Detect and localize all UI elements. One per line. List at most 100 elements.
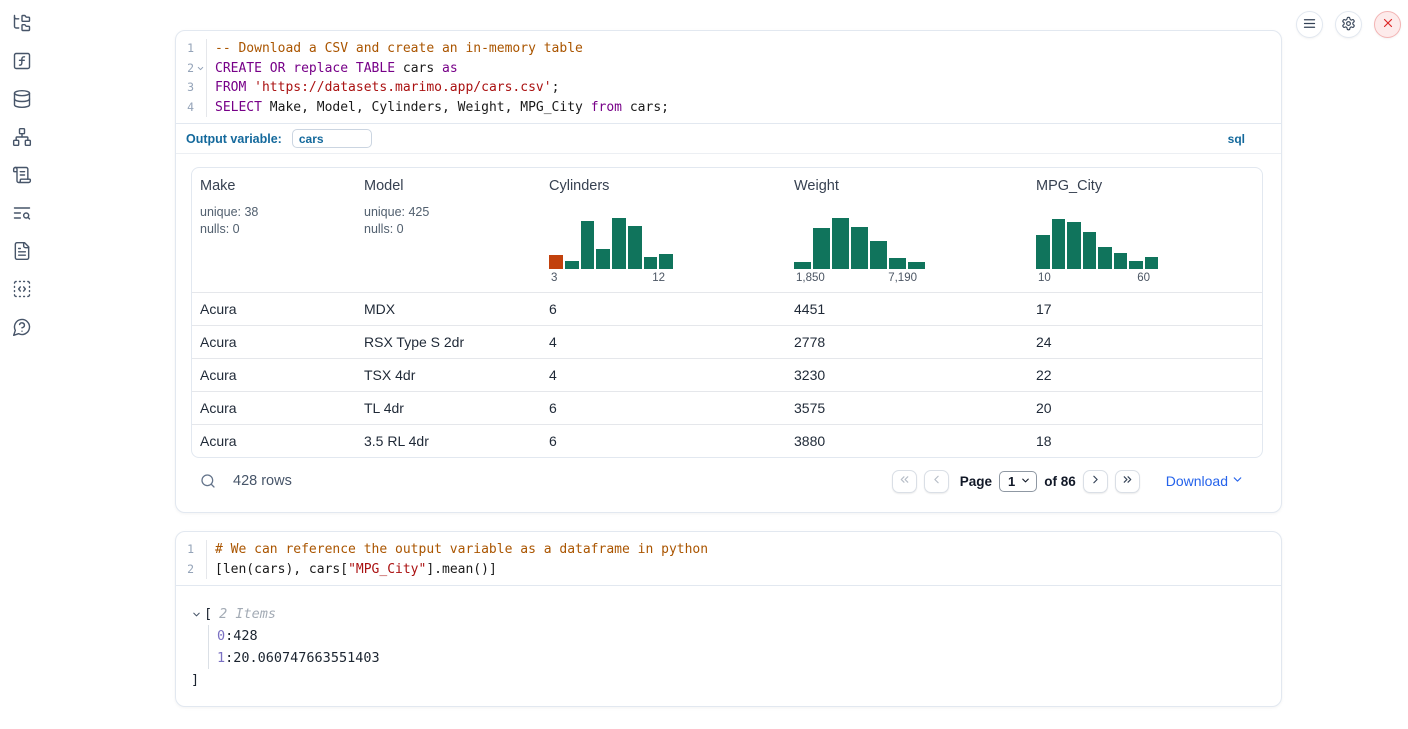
prev-page-button[interactable] — [924, 470, 949, 493]
code-lines: # We can reference the output variable a… — [207, 540, 1281, 579]
tree-entry: 0: 428 — [217, 625, 1281, 647]
histogram-bars — [1036, 217, 1158, 269]
column-header-cylinders[interactable]: Cylinders312 — [541, 168, 786, 292]
search-icon[interactable] — [200, 473, 216, 489]
histogram-bar — [1129, 261, 1143, 269]
last-page-button[interactable] — [1115, 470, 1140, 493]
histogram-bar — [1052, 219, 1066, 269]
table-cell: 3880 — [786, 433, 1028, 449]
language-badge: sql — [1228, 132, 1245, 146]
entry-value: 428 — [233, 628, 257, 644]
chevron-right-icon — [1089, 473, 1102, 489]
entry-separator: : — [225, 628, 233, 644]
histogram-bar — [1145, 257, 1159, 269]
table-cell: 3230 — [786, 367, 1028, 383]
chevron-left-icon — [930, 473, 943, 489]
code-line: -- Download a CSV and create an in-memor… — [215, 39, 1281, 59]
table-cell: 20 — [1028, 400, 1262, 416]
gear-icon — [1341, 16, 1356, 34]
table-cell: 18 — [1028, 433, 1262, 449]
sidebar-database-button[interactable] — [11, 89, 33, 111]
output-variable-input[interactable] — [292, 129, 372, 148]
row-count: 428 rows — [233, 473, 292, 489]
table-body: AcuraMDX6445117AcuraRSX Type S 2dr427782… — [192, 292, 1262, 457]
sidebar-file-text-button[interactable] — [11, 241, 33, 263]
line-number: 4 — [187, 98, 194, 118]
histogram-bar — [1067, 222, 1081, 269]
line-number-gutter: 1234 — [176, 39, 207, 117]
file-text-icon — [12, 241, 32, 264]
file-tree-icon — [12, 13, 32, 36]
column-header-mpg_city[interactable]: MPG_City1060 — [1028, 168, 1262, 292]
table-cell: 22 — [1028, 367, 1262, 383]
histogram-bar — [813, 228, 830, 269]
output-variable-row: Output variable: sql — [176, 123, 1281, 154]
histogram-bar — [794, 262, 811, 269]
close-bracket: ] — [191, 669, 1281, 691]
shutdown-button[interactable] — [1374, 11, 1401, 38]
histogram-bar — [565, 261, 579, 269]
histogram-bar — [581, 221, 595, 269]
sidebar-square-function-button[interactable] — [11, 51, 33, 73]
column-stat: unique: 425 — [364, 204, 533, 221]
table-cell: 24 — [1028, 334, 1262, 350]
download-button[interactable]: Download — [1160, 472, 1250, 490]
sidebar-file-tree-button[interactable] — [11, 13, 33, 35]
table-cell: 4 — [541, 367, 786, 383]
tree-entry: 1: 20.060747663551403 — [217, 647, 1281, 669]
square-dashed-code-icon — [12, 279, 32, 302]
axis-min-label: 1,850 — [796, 272, 825, 284]
column-header-weight[interactable]: Weight1,8507,190 — [786, 168, 1028, 292]
fold-spacer — [194, 101, 206, 113]
column-header-model[interactable]: Modelunique: 425nulls: 0 — [356, 168, 541, 292]
histogram-bar — [851, 227, 868, 269]
table-cell: 6 — [541, 400, 786, 416]
settings-button[interactable] — [1335, 11, 1362, 38]
sidebar-square-dashed-code-button[interactable] — [11, 279, 33, 301]
axis-max-label: 7,190 — [888, 272, 917, 284]
code-lines: -- Download a CSV and create an in-memor… — [207, 39, 1281, 117]
fold-spacer — [194, 563, 206, 575]
next-page-button[interactable] — [1083, 470, 1108, 493]
table-row: AcuraRSX Type S 2dr4277824 — [192, 325, 1262, 358]
window-controls — [1296, 11, 1401, 38]
table-cell: Acura — [192, 301, 356, 317]
first-page-button[interactable] — [892, 470, 917, 493]
sidebar-message-help-button[interactable] — [11, 317, 33, 339]
database-icon — [12, 89, 32, 112]
histogram-axis-labels: 1,850 7,190 — [794, 269, 925, 284]
column-stat: nulls: 0 — [200, 221, 348, 238]
tree-collapse-icon[interactable] — [191, 609, 204, 620]
line-number: 3 — [187, 78, 194, 98]
axis-min-label: 10 — [1038, 272, 1051, 284]
entry-separator: : — [225, 650, 233, 666]
download-label: Download — [1166, 473, 1228, 489]
square-function-icon — [12, 51, 32, 74]
page-select[interactable]: 1 — [999, 471, 1037, 492]
entry-key: 0 — [217, 628, 225, 644]
histogram-axis-labels: 1060 — [1036, 269, 1158, 284]
python-code-editor[interactable]: 12# We can reference the output variable… — [176, 532, 1281, 585]
column-stat: nulls: 0 — [364, 221, 533, 238]
sql-code-editor[interactable]: 1234 -- Download a CSV and create an in-m… — [176, 31, 1281, 123]
fold-chevron-icon[interactable] — [194, 62, 206, 74]
output-variable-label: Output variable: — [186, 132, 282, 146]
table-footer: 428 rows Page 1 of 86 Download — [191, 458, 1263, 504]
table-cell: TL 4dr — [356, 400, 541, 416]
table-row: Acura3.5 RL 4dr6388018 — [192, 424, 1262, 457]
sidebar-scroll-text-button[interactable] — [11, 165, 33, 187]
histogram-bar — [612, 218, 626, 269]
table-row: AcuraMDX6445117 — [192, 292, 1262, 325]
line-number: 1 — [187, 540, 194, 560]
line-number: 2 — [187, 59, 194, 79]
histogram-bar — [549, 255, 563, 269]
column-header-make[interactable]: Makeunique: 38nulls: 0 — [192, 168, 356, 292]
sidebar-network-button[interactable] — [11, 127, 33, 149]
menu-button[interactable] — [1296, 11, 1323, 38]
sidebar-text-search-button[interactable] — [11, 203, 33, 225]
histogram-bar — [596, 249, 610, 269]
table-cell: 6 — [541, 301, 786, 317]
code-line: # We can reference the output variable a… — [215, 540, 1281, 560]
histogram-axis-labels: 312 — [549, 269, 673, 284]
text-search-icon — [12, 203, 32, 226]
